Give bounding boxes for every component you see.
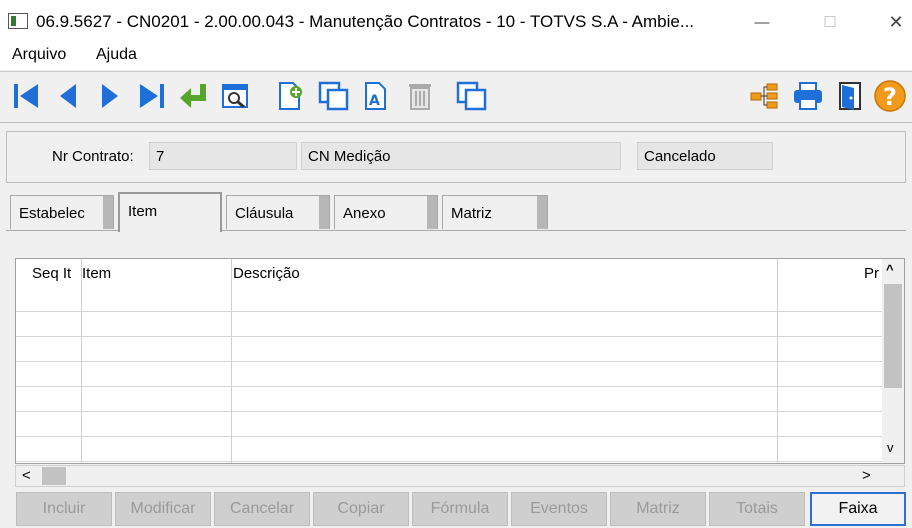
tab-edge <box>537 196 547 229</box>
edit-icon: A <box>365 82 386 110</box>
copy-action-button[interactable]: Copiar <box>313 492 409 526</box>
goto-icon <box>180 84 206 108</box>
tab-anexo[interactable]: Anexo <box>334 195 438 229</box>
contract-number-field[interactable]: 7 <box>149 142 297 170</box>
last-icon <box>140 84 164 108</box>
copy-icon <box>318 81 349 111</box>
tab-label: Estabelec <box>19 205 85 222</box>
matrix-button[interactable]: Matriz <box>610 492 706 526</box>
contract-type-field[interactable]: CN Medição <box>301 142 621 170</box>
first-icon <box>14 84 38 108</box>
table-row[interactable] <box>16 312 882 337</box>
search-icon <box>222 84 248 109</box>
status-field[interactable]: Cancelado <box>637 142 773 170</box>
app-icon <box>8 13 28 29</box>
add-icon <box>279 82 302 110</box>
column-header-price[interactable]: Pr <box>860 259 879 287</box>
table-row[interactable] <box>16 337 882 362</box>
tree-icon <box>750 83 778 109</box>
minimize-icon: — <box>754 13 770 31</box>
table-row[interactable] <box>16 287 882 312</box>
close-icon: ✕ <box>888 11 904 32</box>
tab-label: Matriz <box>451 205 492 222</box>
tab-estabelec[interactable]: Estabelec <box>10 195 114 229</box>
contract-label: Nr Contrato: <box>52 148 134 165</box>
tab-item[interactable]: Item <box>118 192 222 232</box>
window-title: 06.9.5627 - CN0201 - 2.00.00.043 - Manut… <box>36 12 695 31</box>
exit-icon <box>839 82 861 110</box>
include-button[interactable]: Incluir <box>16 492 112 526</box>
minimize-button[interactable]: — <box>742 4 782 40</box>
first-record-button[interactable] <box>8 77 44 115</box>
cancel-button[interactable]: Cancelar <box>214 492 310 526</box>
svg-text:A: A <box>369 93 380 109</box>
copy-button[interactable] <box>316 77 352 115</box>
column-header-description[interactable]: Descrição <box>229 259 300 287</box>
tab-edge <box>319 196 329 229</box>
next-icon <box>102 84 118 108</box>
close-button[interactable]: ✕ <box>876 4 912 40</box>
table-row[interactable] <box>16 412 882 437</box>
maximize-icon: ☐ <box>823 14 837 31</box>
add-button[interactable] <box>272 77 308 115</box>
formula-button[interactable]: Fórmula <box>412 492 508 526</box>
tab-label: Anexo <box>343 205 386 222</box>
scroll-down-icon[interactable]: v <box>887 440 894 455</box>
help-button[interactable]: ? <box>872 77 908 115</box>
horizontal-scroll-thumb[interactable] <box>42 467 66 485</box>
scroll-left-icon[interactable]: < <box>22 467 31 484</box>
next-record-button[interactable] <box>92 77 128 115</box>
svg-text:?: ? <box>883 83 897 111</box>
tab-label: Cláusula <box>235 205 294 222</box>
column-header-item[interactable]: Item <box>78 259 111 287</box>
events-button[interactable]: Eventos <box>511 492 607 526</box>
last-record-button[interactable] <box>134 77 170 115</box>
goto-button[interactable] <box>176 77 212 115</box>
table-row[interactable] <box>16 362 882 387</box>
scroll-right-icon[interactable]: > <box>862 467 871 484</box>
tab-clausula[interactable]: Cláusula <box>226 195 330 229</box>
tab-edge <box>427 196 437 229</box>
vertical-scroll-thumb[interactable] <box>884 284 902 388</box>
tab-edge <box>103 196 113 229</box>
range-button[interactable]: Faixa <box>810 492 906 526</box>
delete-button[interactable] <box>402 77 438 115</box>
tree-button[interactable] <box>746 77 782 115</box>
scroll-up-icon[interactable]: ^ <box>886 262 894 277</box>
horizontal-scrollbar[interactable] <box>15 465 905 487</box>
help-icon: ? <box>874 80 906 112</box>
menu-file[interactable]: Arquivo <box>12 46 66 64</box>
search-button[interactable] <box>218 77 254 115</box>
copy2-icon <box>456 81 487 111</box>
modify-button[interactable]: Modificar <box>115 492 211 526</box>
print-icon <box>794 82 822 110</box>
menu-help[interactable]: Ajuda <box>96 46 137 64</box>
table-row[interactable] <box>16 437 882 462</box>
delete-icon <box>409 84 431 110</box>
exit-button[interactable] <box>832 77 868 115</box>
edit-button[interactable]: A <box>358 77 394 115</box>
tab-matriz[interactable]: Matriz <box>442 195 548 229</box>
tab-label: Item <box>128 203 158 220</box>
maximize-button[interactable]: ☐ <box>810 4 850 40</box>
table-row[interactable] <box>16 387 882 412</box>
items-grid[interactable]: Seq It Item Descrição Pr <box>15 258 905 464</box>
column-header-seq[interactable]: Seq It <box>28 259 71 287</box>
duplicate-button[interactable] <box>454 77 490 115</box>
previous-icon <box>60 84 76 108</box>
print-button[interactable] <box>790 77 826 115</box>
totals-button[interactable]: Totais <box>709 492 805 526</box>
previous-record-button[interactable] <box>50 77 86 115</box>
